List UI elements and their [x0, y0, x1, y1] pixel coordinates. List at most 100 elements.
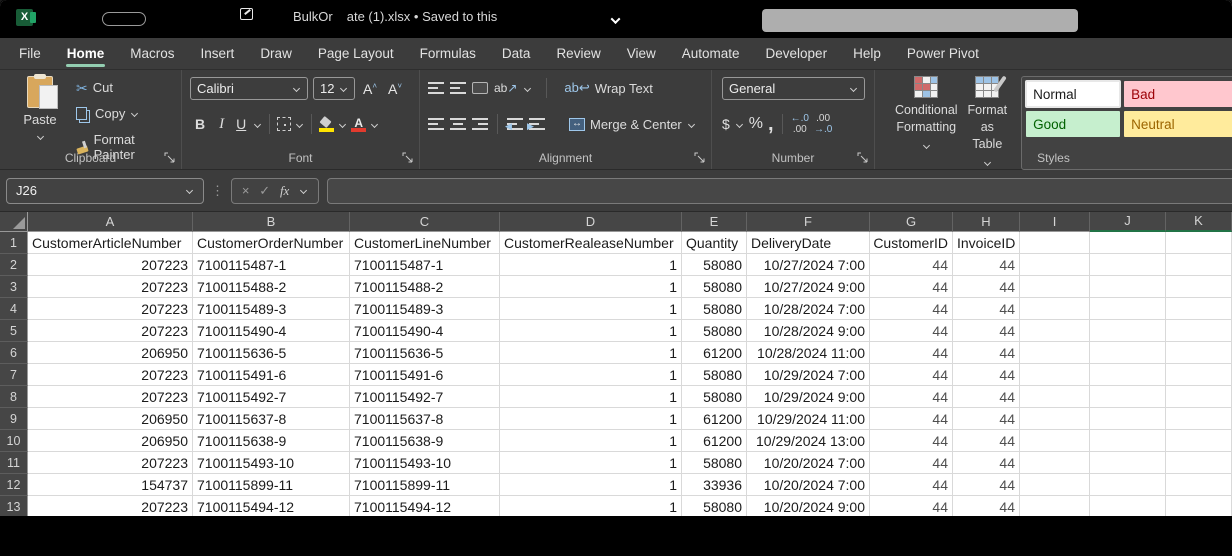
cell-A10[interactable]: 206950: [28, 430, 193, 452]
column-header-J[interactable]: J: [1090, 212, 1166, 232]
column-header-F[interactable]: F: [747, 212, 870, 232]
cell-I8[interactable]: [1020, 386, 1090, 408]
underline-button[interactable]: U: [233, 116, 249, 132]
cell-E2[interactable]: 58080: [682, 254, 747, 276]
cell-F5[interactable]: 10/28/2024 9:00: [747, 320, 870, 342]
cell-D10[interactable]: 1: [500, 430, 682, 452]
cell-K1[interactable]: [1166, 232, 1232, 254]
cell-A11[interactable]: 207223: [28, 452, 193, 474]
align-left-icon[interactable]: [428, 118, 444, 130]
row-header-13[interactable]: 13: [0, 496, 28, 518]
cell-F7[interactable]: 10/29/2024 7:00: [747, 364, 870, 386]
cell-G7[interactable]: 44: [870, 364, 953, 386]
cell-A2[interactable]: 207223: [28, 254, 193, 276]
cell-E6[interactable]: 61200: [682, 342, 747, 364]
tab-power-pivot[interactable]: Power Pivot: [894, 38, 992, 70]
cell-G13[interactable]: 44: [870, 496, 953, 518]
cell-A6[interactable]: 206950: [28, 342, 193, 364]
cell-I5[interactable]: [1020, 320, 1090, 342]
column-header-B[interactable]: B: [193, 212, 350, 232]
row-header-12[interactable]: 12: [0, 474, 28, 496]
copy-button[interactable]: Copy: [72, 104, 181, 123]
cell-B7[interactable]: 7100115491-6: [193, 364, 350, 386]
cell-D2[interactable]: 1: [500, 254, 682, 276]
cell-C10[interactable]: 7100115638-9: [350, 430, 500, 452]
cell-E9[interactable]: 61200: [682, 408, 747, 430]
cell-J11[interactable]: [1090, 452, 1166, 474]
cell-J4[interactable]: [1090, 298, 1166, 320]
column-header-H[interactable]: H: [953, 212, 1020, 232]
cut-button[interactable]: ✂Cut: [72, 78, 181, 97]
name-box[interactable]: J26: [6, 178, 204, 204]
cell-I13[interactable]: [1020, 496, 1090, 518]
cell-C7[interactable]: 7100115491-6: [350, 364, 500, 386]
decrease-decimal-button[interactable]: .00→.0: [814, 113, 832, 135]
accounting-chevron-icon[interactable]: [736, 120, 743, 127]
tab-page-layout[interactable]: Page Layout: [305, 38, 407, 70]
cell-D7[interactable]: 1: [500, 364, 682, 386]
orientation-chevron-icon[interactable]: [524, 84, 531, 91]
cell-E7[interactable]: 58080: [682, 364, 747, 386]
accounting-format-button[interactable]: $: [722, 116, 730, 132]
cell-H3[interactable]: 44: [953, 276, 1020, 298]
cell-F8[interactable]: 10/29/2024 9:00: [747, 386, 870, 408]
column-header-I[interactable]: I: [1020, 212, 1090, 232]
cell-F12[interactable]: 10/20/2024 7:00: [747, 474, 870, 496]
cell-C2[interactable]: 7100115487-1: [350, 254, 500, 276]
cell-G11[interactable]: 44: [870, 452, 953, 474]
cell-G2[interactable]: 44: [870, 254, 953, 276]
cell-J10[interactable]: [1090, 430, 1166, 452]
cell-C5[interactable]: 7100115490-4: [350, 320, 500, 342]
cell-K11[interactable]: [1166, 452, 1232, 474]
cell-I9[interactable]: [1020, 408, 1090, 430]
cell-C1[interactable]: CustomerLineNumber: [350, 232, 500, 254]
column-header-K[interactable]: K: [1166, 212, 1232, 232]
cell-E4[interactable]: 58080: [682, 298, 747, 320]
cell-C4[interactable]: 7100115489-3: [350, 298, 500, 320]
cell-J6[interactable]: [1090, 342, 1166, 364]
tab-view[interactable]: View: [614, 38, 669, 70]
row-header-3[interactable]: 3: [0, 276, 28, 298]
tab-insert[interactable]: Insert: [188, 38, 248, 70]
column-header-A[interactable]: A: [28, 212, 193, 232]
align-center-icon[interactable]: [450, 118, 466, 130]
cell-A5[interactable]: 207223: [28, 320, 193, 342]
cell-G9[interactable]: 44: [870, 408, 953, 430]
cell-F11[interactable]: 10/20/2024 7:00: [747, 452, 870, 474]
row-header-9[interactable]: 9: [0, 408, 28, 430]
cell-I1[interactable]: [1020, 232, 1090, 254]
cell-J7[interactable]: [1090, 364, 1166, 386]
cell-G6[interactable]: 44: [870, 342, 953, 364]
cell-G4[interactable]: 44: [870, 298, 953, 320]
cell-K8[interactable]: [1166, 386, 1232, 408]
cell-B13[interactable]: 7100115494-12: [193, 496, 350, 518]
tab-review[interactable]: Review: [543, 38, 613, 70]
cell-F4[interactable]: 10/28/2024 7:00: [747, 298, 870, 320]
cell-E8[interactable]: 58080: [682, 386, 747, 408]
cell-D5[interactable]: 1: [500, 320, 682, 342]
cell-A7[interactable]: 207223: [28, 364, 193, 386]
cell-K13[interactable]: [1166, 496, 1232, 518]
cell-K9[interactable]: [1166, 408, 1232, 430]
tab-home[interactable]: Home: [54, 38, 118, 70]
cell-H10[interactable]: 44: [953, 430, 1020, 452]
cell-D8[interactable]: 1: [500, 386, 682, 408]
cell-A1[interactable]: CustomerArticleNumber: [28, 232, 193, 254]
cell-A3[interactable]: 207223: [28, 276, 193, 298]
cell-B4[interactable]: 7100115489-3: [193, 298, 350, 320]
select-all-button[interactable]: [0, 212, 28, 232]
cell-E10[interactable]: 61200: [682, 430, 747, 452]
decrease-font-size-button[interactable]: A˅: [385, 81, 405, 97]
cell-B5[interactable]: 7100115490-4: [193, 320, 350, 342]
cell-G8[interactable]: 44: [870, 386, 953, 408]
fx-chevron-icon[interactable]: [300, 187, 307, 194]
row-header-10[interactable]: 10: [0, 430, 28, 452]
cell-B8[interactable]: 7100115492-7: [193, 386, 350, 408]
style-neutral[interactable]: Neutral: [1124, 111, 1232, 137]
tab-developer[interactable]: Developer: [753, 38, 841, 70]
column-header-E[interactable]: E: [682, 212, 747, 232]
font-color-chevron-icon[interactable]: [371, 120, 378, 127]
cell-A8[interactable]: 207223: [28, 386, 193, 408]
cell-J3[interactable]: [1090, 276, 1166, 298]
cell-G12[interactable]: 44: [870, 474, 953, 496]
